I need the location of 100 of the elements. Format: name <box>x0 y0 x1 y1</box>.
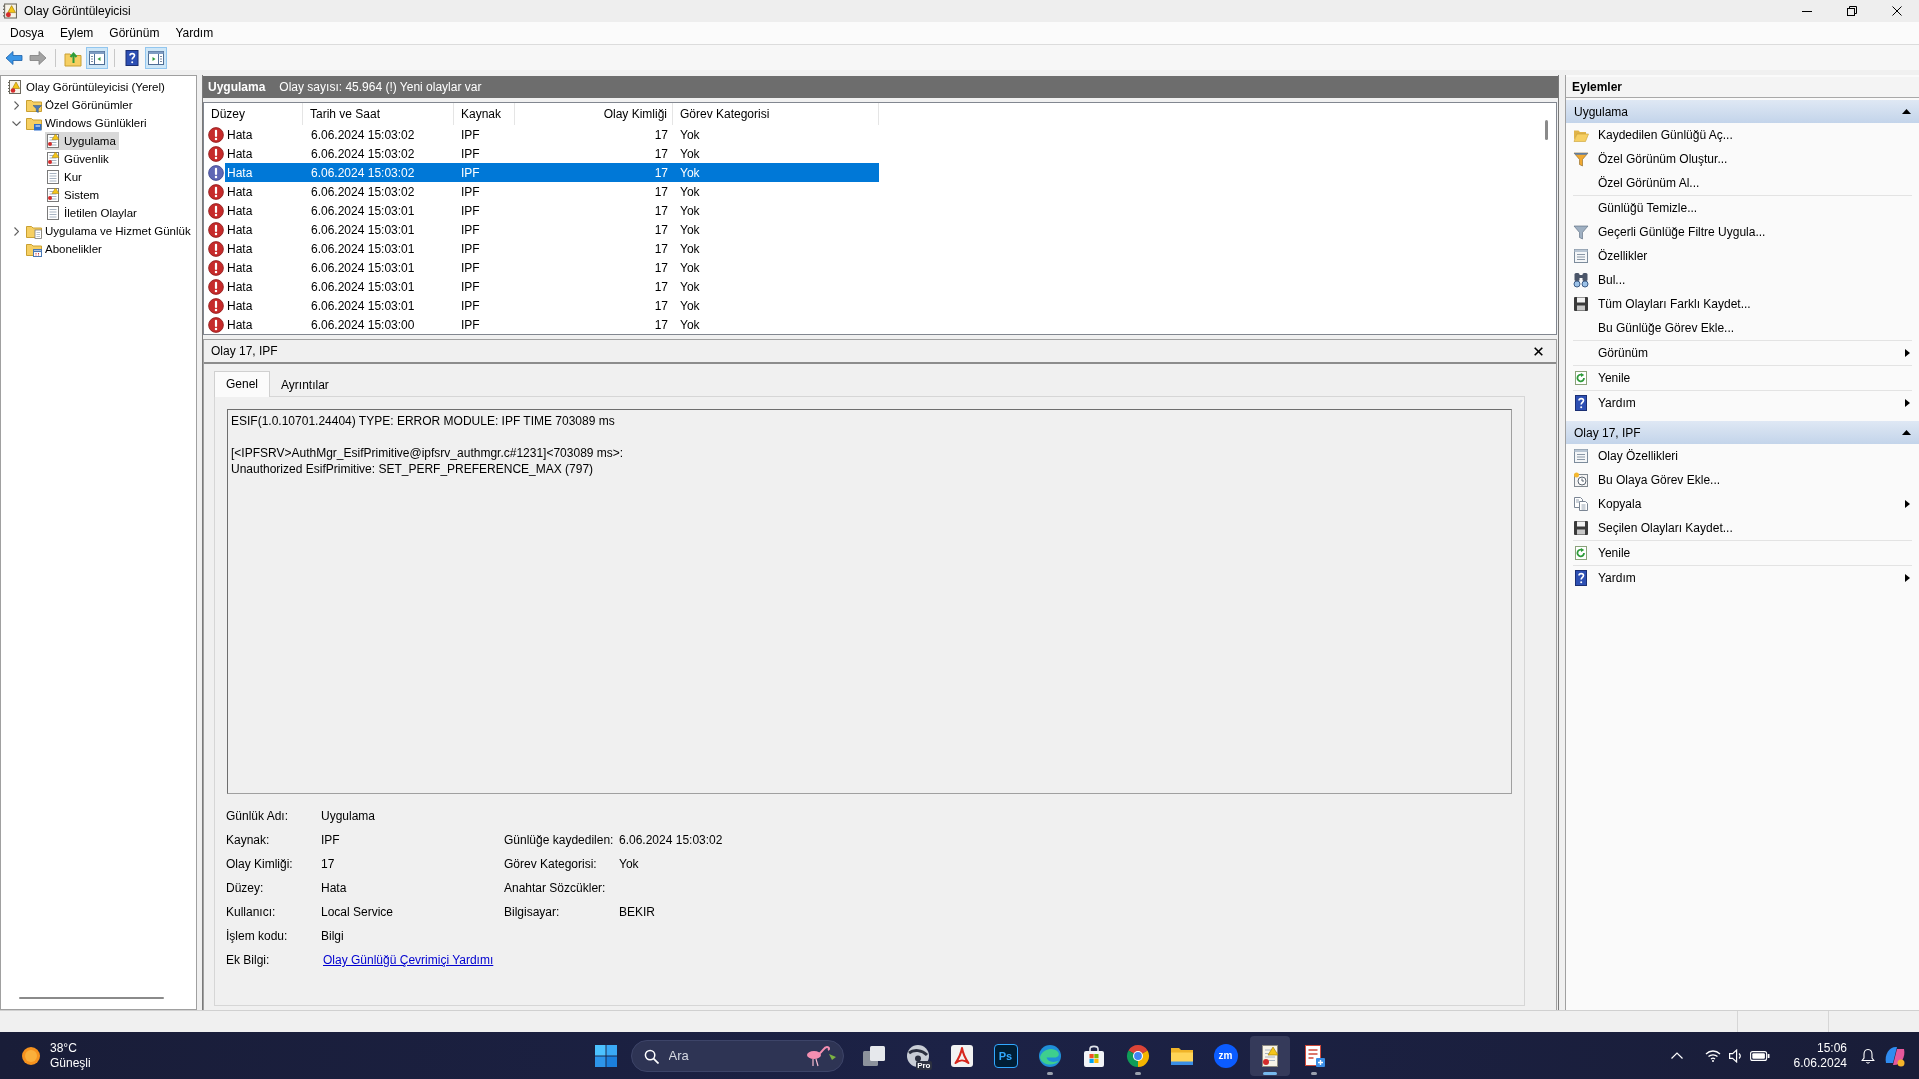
start-icon[interactable] <box>594 1044 617 1067</box>
table-row[interactable]: Hata 6.06.2024 15:03:02 IPF 17 Yok <box>225 182 879 201</box>
folder-icon <box>26 115 42 131</box>
help-link[interactable]: Olay Günlüğü Çevrimiçi Yardımı <box>323 953 494 967</box>
table-cell-text: 6.06.2024 15:03:01 <box>310 298 416 313</box>
action-item[interactable]: Günlüğü Temizle... <box>1566 196 1919 220</box>
taskbar-button[interactable]: zm <box>1205 1035 1246 1076</box>
table-row[interactable]: Hata 6.06.2024 15:03:02 IPF 17 Yok <box>225 163 879 182</box>
list-sheet-icon <box>1573 248 1589 264</box>
bell-icon[interactable] <box>1861 1047 1875 1064</box>
action-item[interactable]: Yenile <box>1566 366 1919 390</box>
scrollbar-thumb[interactable] <box>19 997 164 999</box>
restore-icon[interactable] <box>1846 6 1857 16</box>
tree-item[interactable]: Sistem <box>45 186 103 204</box>
log-warning-icon <box>45 187 61 203</box>
column-header[interactable]: Düzey <box>204 103 303 125</box>
tab[interactable]: Ayrıntılar <box>270 374 340 396</box>
table-row[interactable]: Hata 6.06.2024 15:03:02 IPF 17 Yok <box>225 125 879 144</box>
tree-item[interactable]: İletilen Olaylar <box>45 204 140 222</box>
battery-icon[interactable] <box>1749 1050 1770 1061</box>
collapse-arrow-icon[interactable] <box>1902 109 1911 114</box>
submenu-arrow-icon <box>1905 399 1910 407</box>
message-box[interactable]: ESIF(1.0.10701.24404) TYPE: ERROR MODULE: IPF TIME 703089 ms [<IPFSRV>AuthMgr_EsifPrimitive@ipfsrv_authmgr.c#1231]<703089 ms>: Unauthorized EsifPrimitive: SET_PERF_PREFERENCE_MAX (797) <box>227 409 1512 794</box>
action-item[interactable]: Geçerli Günlüğe Filtre Uygula... <box>1566 220 1919 244</box>
table-cell-text: Hata <box>226 127 254 142</box>
field-label: Görev Kategorisi: <box>504 857 597 871</box>
table-cell-text: 6.06.2024 15:03:01 <box>310 279 416 294</box>
action-item[interactable]: Özellikler <box>1566 244 1919 268</box>
taskbar-button[interactable]: Ps <box>985 1035 1026 1076</box>
action-item[interactable]: Yardım <box>1566 566 1919 590</box>
close-icon[interactable] <box>1534 346 1543 356</box>
action-item[interactable]: Bul... <box>1566 268 1919 292</box>
close-icon[interactable] <box>1891 6 1902 16</box>
menu-item[interactable]: Görünüm <box>102 24 167 42</box>
collapse-arrow-icon[interactable] <box>1902 430 1911 435</box>
column-header[interactable]: Tarih ve Saat <box>303 103 454 125</box>
table-cell-text: 6.06.2024 15:03:02 <box>310 146 416 161</box>
tab[interactable]: Genel <box>214 371 271 397</box>
section-header[interactable]: Uygulama <box>1566 100 1919 123</box>
minimize-icon[interactable] <box>1801 10 1812 12</box>
table-row[interactable]: Hata 6.06.2024 15:03:02 IPF 17 Yok <box>225 144 879 163</box>
chevron-right-icon[interactable] <box>14 100 19 110</box>
action-item[interactable]: Bu Günlüğe Görev Ekle... <box>1566 316 1919 340</box>
column-header[interactable]: Kaynak <box>454 103 515 125</box>
speaker-icon[interactable] <box>1728 1048 1742 1063</box>
action-item[interactable]: Özel Görünüm Al... <box>1566 171 1919 195</box>
table-row[interactable]: Hata 6.06.2024 15:03:01 IPF 17 Yok <box>225 296 879 315</box>
action-item[interactable]: Seçilen Olayları Kaydet... <box>1566 516 1919 540</box>
action-item[interactable]: Görünüm <box>1566 341 1919 365</box>
column-header[interactable]: Görev Kategorisi <box>673 103 879 125</box>
copy-icon <box>1573 496 1589 512</box>
table-row[interactable]: Hata 6.06.2024 15:03:01 IPF 17 Yok <box>225 201 879 220</box>
taskbar-button[interactable] <box>1249 1035 1290 1076</box>
action-item[interactable]: Yenile <box>1566 541 1919 565</box>
table-cell-text: 6.06.2024 15:03:01 <box>310 260 416 275</box>
search-field[interactable]: Ara <box>630 1039 844 1072</box>
action-item[interactable]: Kopyala <box>1566 492 1919 516</box>
tree-item[interactable]: Kur <box>45 168 85 186</box>
menu-item[interactable]: Eylem <box>53 24 101 42</box>
tree-item[interactable]: Windows Günlükleri <box>26 114 150 132</box>
table-row[interactable]: Hata 6.06.2024 15:03:01 IPF 17 Yok <box>225 258 879 277</box>
taskbar-button[interactable]: Pro <box>897 1035 938 1076</box>
tree-item[interactable]: Güvenlik <box>45 150 112 168</box>
table-row[interactable]: Hata 6.06.2024 15:03:01 IPF 17 Yok <box>225 277 879 296</box>
wifi-icon[interactable] <box>1704 1049 1721 1062</box>
column-header[interactable]: Olay Kimliği <box>515 103 673 125</box>
message-text: [<IPFSRV>AuthMgr_EsifPrimitive@ipfsrv_authmgr.c#1231]<703089 ms>: Unauthorized EsifPrimitive: SET_PERF_PREFERENCE_MAX (797) <box>231 445 625 477</box>
action-item[interactable]: Olay Özellikleri <box>1566 444 1919 468</box>
action-item[interactable]: Bu Olaya Görev Ekle... <box>1566 468 1919 492</box>
table-cell-text: 17 <box>653 146 669 161</box>
menu-item[interactable]: Dosya <box>3 24 51 42</box>
menu-item[interactable]: Yardım <box>168 24 221 42</box>
binoculars-icon <box>1573 272 1589 288</box>
tree-item[interactable]: Uygulama ve Hizmet Günlük <box>26 222 194 240</box>
action-item[interactable]: Özel Görünüm Oluştur... <box>1566 147 1919 171</box>
scrollbar-thumb[interactable] <box>1545 120 1548 140</box>
tree-item[interactable]: Uygulama <box>45 132 119 150</box>
chevron-down-icon[interactable] <box>12 120 21 126</box>
window-title: Olay Görüntüleyicisi <box>24 4 131 18</box>
error-icon <box>208 202 224 219</box>
log-icon <box>45 169 61 185</box>
table-row[interactable]: Hata 6.06.2024 15:03:00 IPF 17 Yok <box>225 315 879 334</box>
weather-widget[interactable]: 38°C Güneşli <box>22 1040 91 1071</box>
section-header[interactable]: Olay 17, IPF <box>1566 421 1919 444</box>
table-cell-text: IPF <box>460 298 481 313</box>
tree-item[interactable]: Özel Görünümler <box>26 96 136 114</box>
chevron-up-icon[interactable] <box>1670 1052 1683 1059</box>
action-item[interactable]: Kaydedilen Günlüğü Aç... <box>1566 123 1919 147</box>
table-cell-text: 17 <box>653 241 669 256</box>
table-cell-text: Yok <box>679 146 701 161</box>
chevron-right-icon[interactable] <box>14 226 19 236</box>
action-item[interactable]: Tüm Olayları Farklı Kaydet... <box>1566 292 1919 316</box>
tree-item[interactable]: Abonelikler <box>26 240 105 258</box>
table-row[interactable]: Hata 6.06.2024 15:03:01 IPF 17 Yok <box>225 239 879 258</box>
clock-widget[interactable]: 15:06 6.06.2024 <box>1793 1040 1847 1071</box>
field-label: Kullanıcı: <box>226 905 276 919</box>
table-row[interactable]: Hata 6.06.2024 15:03:01 IPF 17 Yok <box>225 220 879 239</box>
action-item[interactable]: Yardım <box>1566 391 1919 415</box>
error-icon <box>208 183 224 200</box>
tree-item[interactable]: Olay Görüntüleyicisi (Yerel) <box>7 78 168 96</box>
